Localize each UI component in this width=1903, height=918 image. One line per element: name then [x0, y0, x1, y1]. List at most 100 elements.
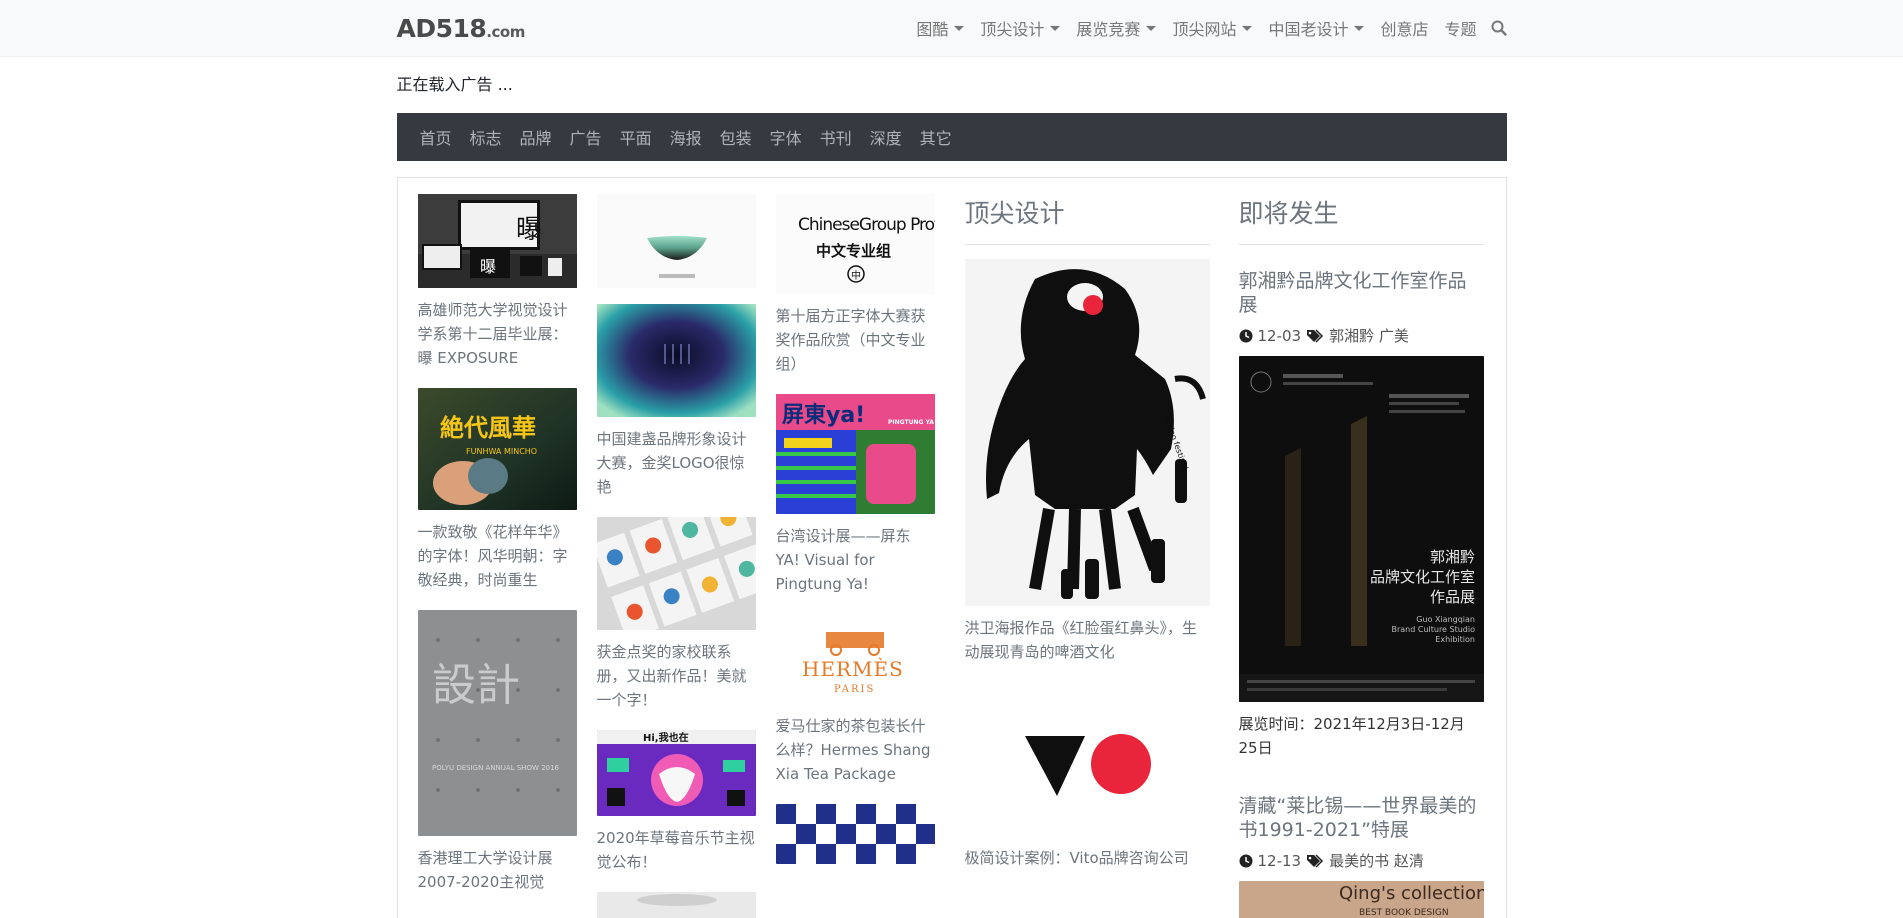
- article-thumbnail[interactable]: 絶代風華 FUNHWA MINCHO: [417, 388, 577, 510]
- nav-label: 图酷: [916, 20, 949, 39]
- thumbnail-text: 設計: [432, 660, 520, 711]
- article-column-1: 曝 曝 高雄师范大学视觉设计学系第十二届毕业展：曝 EXPOSURE 絶代風華 …: [417, 194, 577, 912]
- event-tags[interactable]: 郭湘黔 广美: [1329, 325, 1409, 346]
- article-caption[interactable]: 台湾设计展——屏东YA! Visual for Pingtung Ya!: [776, 524, 935, 596]
- event-description: 展览时间：2021年12月3日-12月25日: [1238, 715, 1465, 757]
- article-thumbnail[interactable]: [596, 892, 756, 918]
- nav-item-exhibitions[interactable]: 展览竞赛: [1068, 16, 1164, 40]
- thumbnail-subtext: 中文专业组: [816, 242, 891, 260]
- article-thumbnail[interactable]: 設計 POLYU DESIGN ANNUAL SHOW 2016: [417, 610, 577, 836]
- article-thumbnail[interactable]: 曝 曝: [417, 194, 577, 288]
- article-card[interactable]: ChineseGroup Professional 中文专业组 中 第十届方正字…: [775, 194, 935, 376]
- category-graphic[interactable]: 平面: [611, 125, 661, 149]
- category-ads[interactable]: 广告: [561, 125, 611, 149]
- article-card[interactable]: [596, 194, 756, 288]
- article-caption[interactable]: 获金点奖的家校联系册，又出新作品！美就一个字！: [597, 640, 756, 712]
- article-thumbnail[interactable]: Hi,我也在: [596, 730, 756, 816]
- thumbnail-text: HERMÈS: [802, 657, 904, 681]
- category-books[interactable]: 书刊: [811, 125, 861, 149]
- category-other[interactable]: 其它: [911, 125, 961, 149]
- event-tags[interactable]: 最美的书 赵清: [1329, 850, 1424, 871]
- nav-item-tuku[interactable]: 图酷: [908, 16, 972, 40]
- caret-down-icon: [1242, 25, 1253, 31]
- article-card[interactable]: 中国建盏品牌形象设计大赛，金奖LOGO很惊艳: [596, 304, 756, 499]
- caret-down-icon: [1146, 25, 1157, 31]
- article-caption[interactable]: 爱马仕家的茶包装长什么样？Hermes Shang Xia Tea Packag…: [776, 714, 935, 786]
- category-brand[interactable]: 品牌: [511, 125, 561, 149]
- category-bar: 首页 标志 品牌 广告 平面 海报 包装 字体 书刊 深度 其它: [396, 113, 1507, 161]
- article-column-2: 中国建盏品牌形象设计大赛，金奖LOGO很惊艳 获金点奖的家校联系册，又出新作品！…: [596, 194, 756, 918]
- thumbnail-subtext: PINGTUNG YA: [888, 419, 934, 426]
- nav-item-topics[interactable]: 专题: [1436, 16, 1484, 40]
- nav-item-top-websites[interactable]: 顶尖网站: [1164, 16, 1260, 40]
- category-poster[interactable]: 海报: [661, 125, 711, 149]
- event-date: 12-03: [1257, 326, 1302, 345]
- featured-card[interactable]: 极简设计案例：Vito品牌咨询公司: [964, 686, 1210, 870]
- nav-label: 顶尖设计: [980, 20, 1045, 39]
- top-design-section: 顶尖设计 Qingdao festival 洪卫海报作品《红脸蛋红鼻头》，生动展…: [964, 194, 1210, 888]
- category-packaging[interactable]: 包装: [711, 125, 761, 149]
- event-poster[interactable]: 郭湘黔 品牌文化工作室 作品展 Guo Xiangqian Brand Cult…: [1238, 356, 1484, 702]
- article-card[interactable]: Hi,我也在 2020年草莓音乐节主视觉公布！: [596, 730, 756, 874]
- featured-caption[interactable]: 洪卫海报作品《红脸蛋红鼻头》，生动展现青岛的啤酒文化: [965, 616, 1210, 664]
- svg-text:中: 中: [851, 269, 861, 282]
- nav-label: 展览竞赛: [1076, 20, 1141, 39]
- article-caption[interactable]: 中国建盏品牌形象设计大赛，金奖LOGO很惊艳: [597, 427, 756, 499]
- article-card[interactable]: 曝 曝 高雄师范大学视觉设计学系第十二届毕业展：曝 EXPOSURE: [417, 194, 577, 370]
- nav-item-china-old-design[interactable]: 中国老设计: [1260, 16, 1372, 40]
- article-thumbnail[interactable]: [596, 194, 756, 288]
- search-icon[interactable]: [1491, 20, 1507, 36]
- article-thumbnail[interactable]: [596, 517, 756, 630]
- article-caption[interactable]: 2020年草莓音乐节主视觉公布！: [597, 826, 756, 874]
- thumbnail-subtext: PARIS: [834, 684, 875, 695]
- category-typeface[interactable]: 字体: [761, 125, 811, 149]
- article-thumbnail[interactable]: HERMÈS PARIS: [775, 614, 935, 704]
- thumbnail-text: ChineseGroup Professional: [798, 215, 935, 235]
- top-navbar: AD518.com 图酷 顶尖设计 展览竞赛 顶尖网站 中国老设计 创意店 专题: [0, 0, 1903, 57]
- brand-name: AD518: [396, 13, 487, 43]
- main-content: 曝 曝 高雄师范大学视觉设计学系第十二届毕业展：曝 EXPOSURE 絶代風華 …: [396, 177, 1507, 918]
- svg-text:作品展: 作品展: [1429, 588, 1474, 606]
- article-caption[interactable]: 香港理工大学设计展2007-2020主视觉: [418, 846, 577, 894]
- thumbnail-subtext: FUNHWA MINCHO: [466, 447, 537, 456]
- tags-icon: [1306, 853, 1324, 868]
- svg-text:曝: 曝: [480, 257, 496, 276]
- article-card[interactable]: 获金点奖的家校联系册，又出新作品！美就一个字！: [596, 517, 756, 712]
- article-caption[interactable]: 第十届方正字体大赛获奖作品欣赏（中文专业组）: [776, 304, 935, 376]
- clock-icon: [1239, 854, 1253, 868]
- nav-label: 中国老设计: [1268, 20, 1349, 39]
- poster-title-text: Qing's collection: [1339, 883, 1484, 904]
- featured-thumbnail[interactable]: [964, 686, 1210, 836]
- nav-item-top-design[interactable]: 顶尖设计: [972, 16, 1068, 40]
- featured-card[interactable]: Qingdao festival 洪卫海报作品《红脸蛋红鼻头》，生动展现青岛的啤…: [964, 259, 1210, 664]
- event-poster[interactable]: Qing's collection BEST BOOK DESIGN: [1238, 881, 1484, 918]
- event-title[interactable]: 郭湘黔品牌文化工作室作品展: [1239, 269, 1484, 317]
- article-caption[interactable]: 高雄师范大学视觉设计学系第十二届毕业展：曝 EXPOSURE: [418, 298, 577, 370]
- svg-text:品牌文化工作室: 品牌文化工作室: [1369, 568, 1474, 586]
- article-card[interactable]: 絶代風華 FUNHWA MINCHO 一款致敬《花样年华》的字体！风华明朝：字敬…: [417, 388, 577, 592]
- section-heading: 即将发生: [1238, 194, 1484, 245]
- category-logo[interactable]: 标志: [461, 125, 511, 149]
- article-card[interactable]: HERMÈS PARIS 爱马仕家的茶包装长什么样？Hermes Shang X…: [775, 614, 935, 786]
- article-thumbnail[interactable]: [596, 304, 756, 417]
- nav-item-creative-shop[interactable]: 创意店: [1372, 16, 1436, 40]
- svg-text:Exhibition: Exhibition: [1435, 635, 1475, 644]
- article-card[interactable]: 設計 POLYU DESIGN ANNUAL SHOW 2016 香港理工大学设…: [417, 610, 577, 894]
- thumbnail-subtext: POLYU DESIGN ANNUAL SHOW 2016: [432, 764, 560, 772]
- category-home[interactable]: 首页: [411, 125, 461, 149]
- page-container: 正在载入广告 ... 首页 标志 品牌 广告 平面 海报 包装 字体 书刊 深度…: [396, 57, 1507, 918]
- article-card[interactable]: 屏東ya! PINGTUNG YA 台湾设计展——屏东YA! Visual fo…: [775, 394, 935, 596]
- category-depth[interactable]: 深度: [861, 125, 911, 149]
- tags-icon: [1306, 328, 1324, 343]
- article-thumbnail[interactable]: 屏東ya! PINGTUNG YA: [775, 394, 935, 514]
- caret-down-icon: [1354, 25, 1365, 31]
- article-thumbnail[interactable]: ChineseGroup Professional 中文专业组 中: [775, 194, 935, 294]
- article-card[interactable]: [775, 804, 935, 864]
- article-card[interactable]: [596, 892, 756, 918]
- event-title[interactable]: 清藏“莱比锡——世界最美的书1991-2021”特展: [1239, 794, 1484, 842]
- featured-caption[interactable]: 极简设计案例：Vito品牌咨询公司: [965, 846, 1210, 870]
- site-logo[interactable]: AD518.com: [396, 13, 526, 43]
- article-thumbnail[interactable]: [775, 804, 935, 864]
- featured-thumbnail[interactable]: Qingdao festival: [964, 259, 1210, 606]
- article-caption[interactable]: 一款致敬《花样年华》的字体！风华明朝：字敬经典，时尚重生: [418, 520, 577, 592]
